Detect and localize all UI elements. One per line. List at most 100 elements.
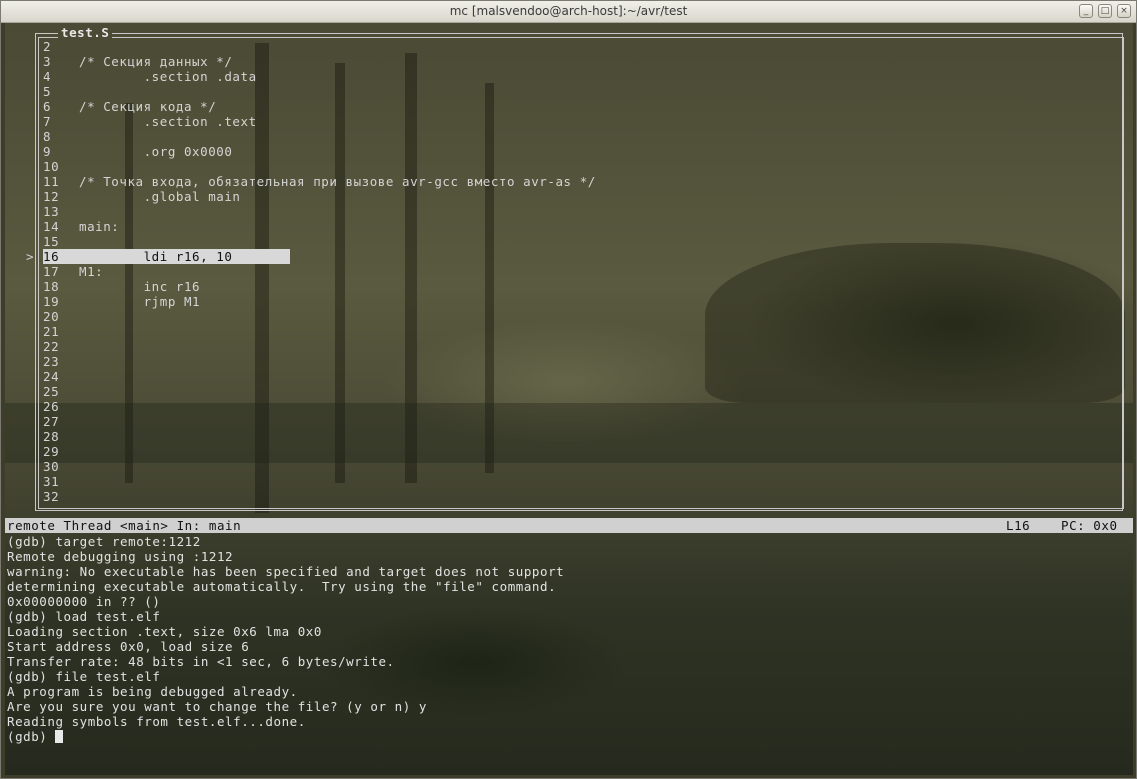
text-cursor — [55, 730, 64, 743]
line-code: .org 0x0000 — [79, 144, 233, 159]
maximize-button[interactable]: □ — [1098, 4, 1112, 18]
line-code: /* Точка входа, обязательная при вызове … — [79, 174, 596, 189]
gdb-output-line: (gdb) target remote:1212 — [7, 534, 201, 549]
line-number: 19 — [43, 294, 60, 309]
line-number: 32 — [43, 489, 60, 504]
gdb-output-line: (gdb) load test.elf — [7, 609, 161, 624]
source-line[interactable]: 13 — [43, 204, 1123, 219]
source-line[interactable]: 20 — [43, 309, 1123, 324]
line-number: 8 — [43, 129, 52, 144]
line-number: 22 — [43, 339, 60, 354]
status-bar: remote Thread <main> In: main L16 PC: 0x… — [5, 518, 1133, 533]
line-number: 6 — [43, 99, 52, 114]
source-line[interactable]: 21 — [43, 324, 1123, 339]
line-code: /* Секция данных */ — [79, 54, 233, 69]
current-line-marker: > — [26, 249, 35, 264]
line-code: rjmp M1 — [79, 294, 201, 309]
terminal-area[interactable]: test.S > 2 3/* Секция данных */4 .section… — [5, 23, 1133, 775]
gdb-output-line: Are you sure you want to change the file… — [7, 699, 427, 714]
line-number: 27 — [43, 414, 60, 429]
line-number: 21 — [43, 324, 60, 339]
line-number: 5 — [43, 84, 52, 99]
line-number: 3 — [43, 54, 52, 69]
thread-status: remote Thread <main> In: main — [7, 518, 242, 533]
line-number: 13 — [43, 204, 60, 219]
minimize-button[interactable]: _ — [1079, 4, 1093, 18]
source-line[interactable]: 12 .global main — [43, 189, 1123, 204]
source-line[interactable]: 9 .org 0x0000 — [43, 144, 1123, 159]
gdb-output-line: (gdb) file test.elf — [7, 669, 161, 684]
gdb-output-line: warning: No executable has been specifie… — [7, 564, 565, 579]
source-line[interactable]: 6 /* Секция кода */ — [43, 99, 1123, 114]
source-line[interactable]: 32 — [43, 489, 1123, 504]
source-line[interactable]: 10 — [43, 159, 1123, 174]
source-line[interactable]: 31 — [43, 474, 1123, 489]
line-code: main: — [79, 219, 120, 234]
line-number: 30 — [43, 459, 60, 474]
title-bar[interactable]: mc [malsvendoo@arch-host]:~/avr/test _ □… — [1, 1, 1136, 23]
gdb-output-line: Transfer rate: 48 bits in <1 sec, 6 byte… — [7, 654, 395, 669]
line-number: 10 — [43, 159, 60, 174]
line-number: 14 — [43, 219, 60, 234]
pc-indicator: PC: 0x0 — [1061, 518, 1118, 533]
source-line[interactable]: 3 /* Секция данных */ — [43, 54, 1123, 69]
source-line[interactable]: 5 — [43, 84, 1123, 99]
source-code-view[interactable]: 2 3/* Секция данных */4 .section .data 5 6/… — [43, 39, 1123, 504]
source-line[interactable]: 30 — [43, 459, 1123, 474]
line-number: 24 — [43, 369, 60, 384]
source-line[interactable]: 22 — [43, 339, 1123, 354]
gdb-output-line: Remote debugging using :1212 — [7, 549, 234, 564]
gdb-console[interactable]: (gdb) target remote:1212 Remote debugging… — [7, 534, 1127, 744]
line-code: .section .text — [79, 114, 257, 129]
source-line[interactable]: 8 — [43, 129, 1123, 144]
line-code: /* Секция кода */ — [79, 99, 217, 114]
source-line[interactable]: 7 .section .text — [43, 114, 1123, 129]
line-indicator: L16 — [1006, 518, 1031, 533]
line-number: 4 — [43, 69, 52, 84]
source-line[interactable]: 27 — [43, 414, 1123, 429]
source-file-title: test.S — [58, 25, 113, 40]
gdb-output-line: 0x00000000 in ?? () — [7, 594, 161, 609]
source-line[interactable]: 28 — [43, 429, 1123, 444]
line-code: .global main — [79, 189, 241, 204]
line-code: inc r16 — [79, 279, 201, 294]
line-number: 31 — [43, 474, 60, 489]
line-number: 25 — [43, 384, 60, 399]
gdb-prompt: (gdb) — [7, 729, 56, 744]
close-button[interactable]: × — [1117, 4, 1131, 18]
source-line[interactable]: 24 — [43, 369, 1123, 384]
line-number: 20 — [43, 309, 60, 324]
window-title: mc [malsvendoo@arch-host]:~/avr/test — [449, 4, 688, 18]
line-number: 17 — [43, 264, 60, 279]
source-line[interactable]: 14 main: — [43, 219, 1123, 234]
source-line[interactable]: 29 — [43, 444, 1123, 459]
line-number: 26 — [43, 399, 60, 414]
source-line[interactable]: 25 — [43, 384, 1123, 399]
source-line[interactable]: 18 inc r16 — [43, 279, 1123, 294]
gdb-output-line: Loading section .text, size 0x6 lma 0x0 — [7, 624, 322, 639]
source-line[interactable]: 11 /* Точка входа, обязательная при вызов… — [43, 174, 1123, 189]
gdb-output-line: determining executable automatically. Tr… — [7, 579, 557, 594]
terminal-window: mc [malsvendoo@arch-host]:~/avr/test _ □… — [0, 0, 1137, 779]
source-line[interactable]: 23 — [43, 354, 1123, 369]
source-line[interactable]: 17 M1: — [43, 264, 1123, 279]
gdb-output-line: Start address 0x0, load size 6 — [7, 639, 250, 654]
line-number: 16 — [43, 249, 60, 264]
line-number: 28 — [43, 429, 60, 444]
line-number: 18 — [43, 279, 60, 294]
source-line[interactable]: 4 .section .data — [43, 69, 1123, 84]
line-number: 2 — [43, 39, 52, 54]
line-code: .section .data — [79, 69, 257, 84]
source-line[interactable]: 19 rjmp M1 — [43, 294, 1123, 309]
source-line-current[interactable]: 16 ldi r16, 10 — [43, 249, 290, 264]
line-number: 7 — [43, 114, 52, 129]
line-number: 23 — [43, 354, 60, 369]
line-code: ldi r16, 10 — [79, 249, 233, 264]
gdb-output-line: A program is being debugged already. — [7, 684, 298, 699]
source-line[interactable]: 15 — [43, 234, 1123, 249]
source-line[interactable]: 26 — [43, 399, 1123, 414]
gdb-output-line: Reading symbols from test.elf...done. — [7, 714, 306, 729]
line-number: 29 — [43, 444, 60, 459]
source-line[interactable]: 2 — [43, 39, 1123, 54]
gdb-prompt-line[interactable]: (gdb) — [7, 729, 1127, 744]
